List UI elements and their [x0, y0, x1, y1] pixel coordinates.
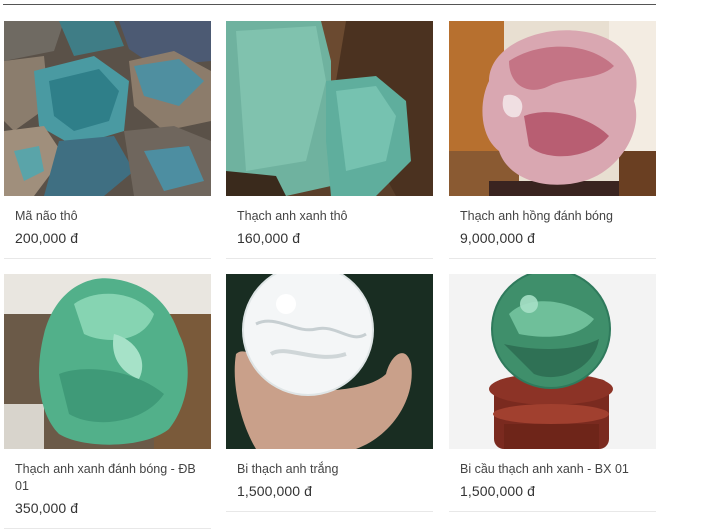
card-divider	[226, 511, 433, 512]
product-price: 350,000 đ	[15, 500, 79, 516]
product-card[interactable]: Bi cầu thạch anh xanh - BX 01 1,500,000 …	[449, 274, 656, 512]
product-image-polished-green-quartz[interactable]	[4, 274, 211, 449]
product-image-raw-agate[interactable]	[4, 21, 211, 196]
product-image-raw-green-quartz[interactable]	[226, 21, 433, 196]
card-divider	[4, 528, 211, 529]
card-divider	[4, 258, 211, 259]
product-card[interactable]: Mã não thô 200,000 đ	[4, 21, 211, 259]
product-name[interactable]: Bi thạch anh trắng	[237, 461, 433, 478]
product-card[interactable]: Bi thạch anh trắng 1,500,000 đ	[226, 274, 433, 512]
product-card[interactable]: Thạch anh xanh đánh bóng - ĐB 01 350,000…	[4, 274, 211, 529]
top-divider	[3, 4, 656, 5]
product-price: 1,500,000 đ	[460, 483, 536, 499]
product-name[interactable]: Thạch anh hồng đánh bóng	[460, 208, 656, 225]
card-divider	[226, 258, 433, 259]
product-card[interactable]: Thạch anh hồng đánh bóng 9,000,000 đ	[449, 21, 656, 259]
product-image-green-quartz-sphere[interactable]	[449, 274, 656, 449]
product-price: 9,000,000 đ	[460, 230, 536, 246]
product-price: 1,500,000 đ	[237, 483, 313, 499]
card-divider	[449, 258, 656, 259]
product-image-pink-quartz[interactable]	[449, 21, 656, 196]
product-name[interactable]: Thạch anh xanh đánh bóng - ĐB 01	[15, 461, 211, 495]
product-price: 200,000 đ	[15, 230, 79, 246]
product-card[interactable]: Thạch anh xanh thô 160,000 đ	[226, 21, 433, 259]
card-divider	[449, 511, 656, 512]
product-price: 160,000 đ	[237, 230, 301, 246]
product-name[interactable]: Thạch anh xanh thô	[237, 208, 433, 225]
product-name[interactable]: Bi cầu thạch anh xanh - BX 01	[460, 461, 656, 478]
product-name[interactable]: Mã não thô	[15, 208, 211, 225]
product-image-clear-quartz-sphere[interactable]	[226, 274, 433, 449]
